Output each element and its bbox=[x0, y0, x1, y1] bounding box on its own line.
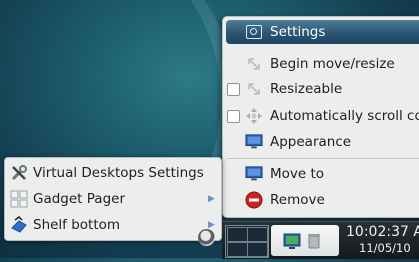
scroll-arrows-icon bbox=[245, 107, 263, 125]
menu-item-label: Shelf bottom bbox=[33, 217, 121, 233]
menu-item-label: Gadget Pager bbox=[33, 191, 125, 207]
remove-icon bbox=[245, 191, 263, 209]
menu-item-label: Remove bbox=[270, 192, 325, 208]
bottom-shelf-panel: 10:02:37 A 11/05/10 bbox=[222, 221, 419, 259]
menu-title-bar: Settings bbox=[226, 20, 419, 44]
taskbar-window-button[interactable] bbox=[271, 225, 339, 256]
menu-title: Settings bbox=[270, 24, 326, 40]
menu-item-shelf-bottom[interactable]: Shelf bottom ▶ bbox=[5, 212, 221, 238]
virtual-desktop-pager[interactable] bbox=[225, 225, 269, 258]
monitor-icon bbox=[245, 133, 263, 151]
resize-icon bbox=[245, 80, 263, 98]
menu-item-begin-move-resize[interactable]: Begin move/resize bbox=[223, 52, 419, 76]
menu-item-move-to[interactable]: Move to bbox=[223, 162, 419, 186]
clock-date: 11/05/10 bbox=[359, 241, 411, 255]
menu-item-label: Begin move/resize bbox=[270, 56, 395, 72]
tools-icon bbox=[10, 164, 28, 182]
shelf-popup-menu: Virtual Desktops Settings Gadget Pager ▶… bbox=[4, 157, 222, 241]
auto-scroll-checkbox[interactable] bbox=[227, 109, 240, 123]
move-resize-icon bbox=[245, 55, 263, 73]
resizeable-checkbox[interactable] bbox=[227, 82, 240, 96]
menu-item-auto-scroll[interactable]: Automatically scroll co bbox=[223, 104, 419, 128]
menu-item-label: Automatically scroll co bbox=[270, 108, 419, 124]
desk-4-cell[interactable] bbox=[247, 241, 268, 257]
menu-item-label: Virtual Desktops Settings bbox=[33, 165, 204, 181]
menu-separator bbox=[227, 158, 419, 159]
trash-icon bbox=[308, 234, 320, 249]
menu-item-label: Resizeable bbox=[270, 81, 343, 97]
menu-item-remove[interactable]: Remove bbox=[223, 188, 419, 212]
submenu-arrow-icon: ▶ bbox=[208, 194, 215, 204]
desk-3-cell[interactable] bbox=[227, 241, 248, 257]
settings-context-menu: Settings Begin move/resize Resizeable Au… bbox=[222, 16, 419, 218]
window-app-icon bbox=[283, 233, 301, 249]
pager-icon bbox=[10, 190, 28, 208]
settings-icon bbox=[246, 25, 262, 39]
menu-item-label: Appearance bbox=[270, 134, 352, 150]
menu-item-virtual-desktops-settings[interactable]: Virtual Desktops Settings bbox=[5, 160, 221, 186]
menu-item-gadget-pager[interactable]: Gadget Pager ▶ bbox=[5, 186, 221, 212]
menu-item-label: Move to bbox=[270, 166, 325, 182]
monitor-icon bbox=[245, 165, 263, 183]
shelf-icon bbox=[10, 216, 28, 234]
menu-item-resizeable[interactable]: Resizeable bbox=[223, 77, 419, 101]
shelf-settings-cashew-icon[interactable] bbox=[198, 229, 215, 246]
menu-item-appearance[interactable]: Appearance bbox=[223, 130, 419, 154]
clock-time: 10:02:37 A bbox=[346, 224, 419, 240]
